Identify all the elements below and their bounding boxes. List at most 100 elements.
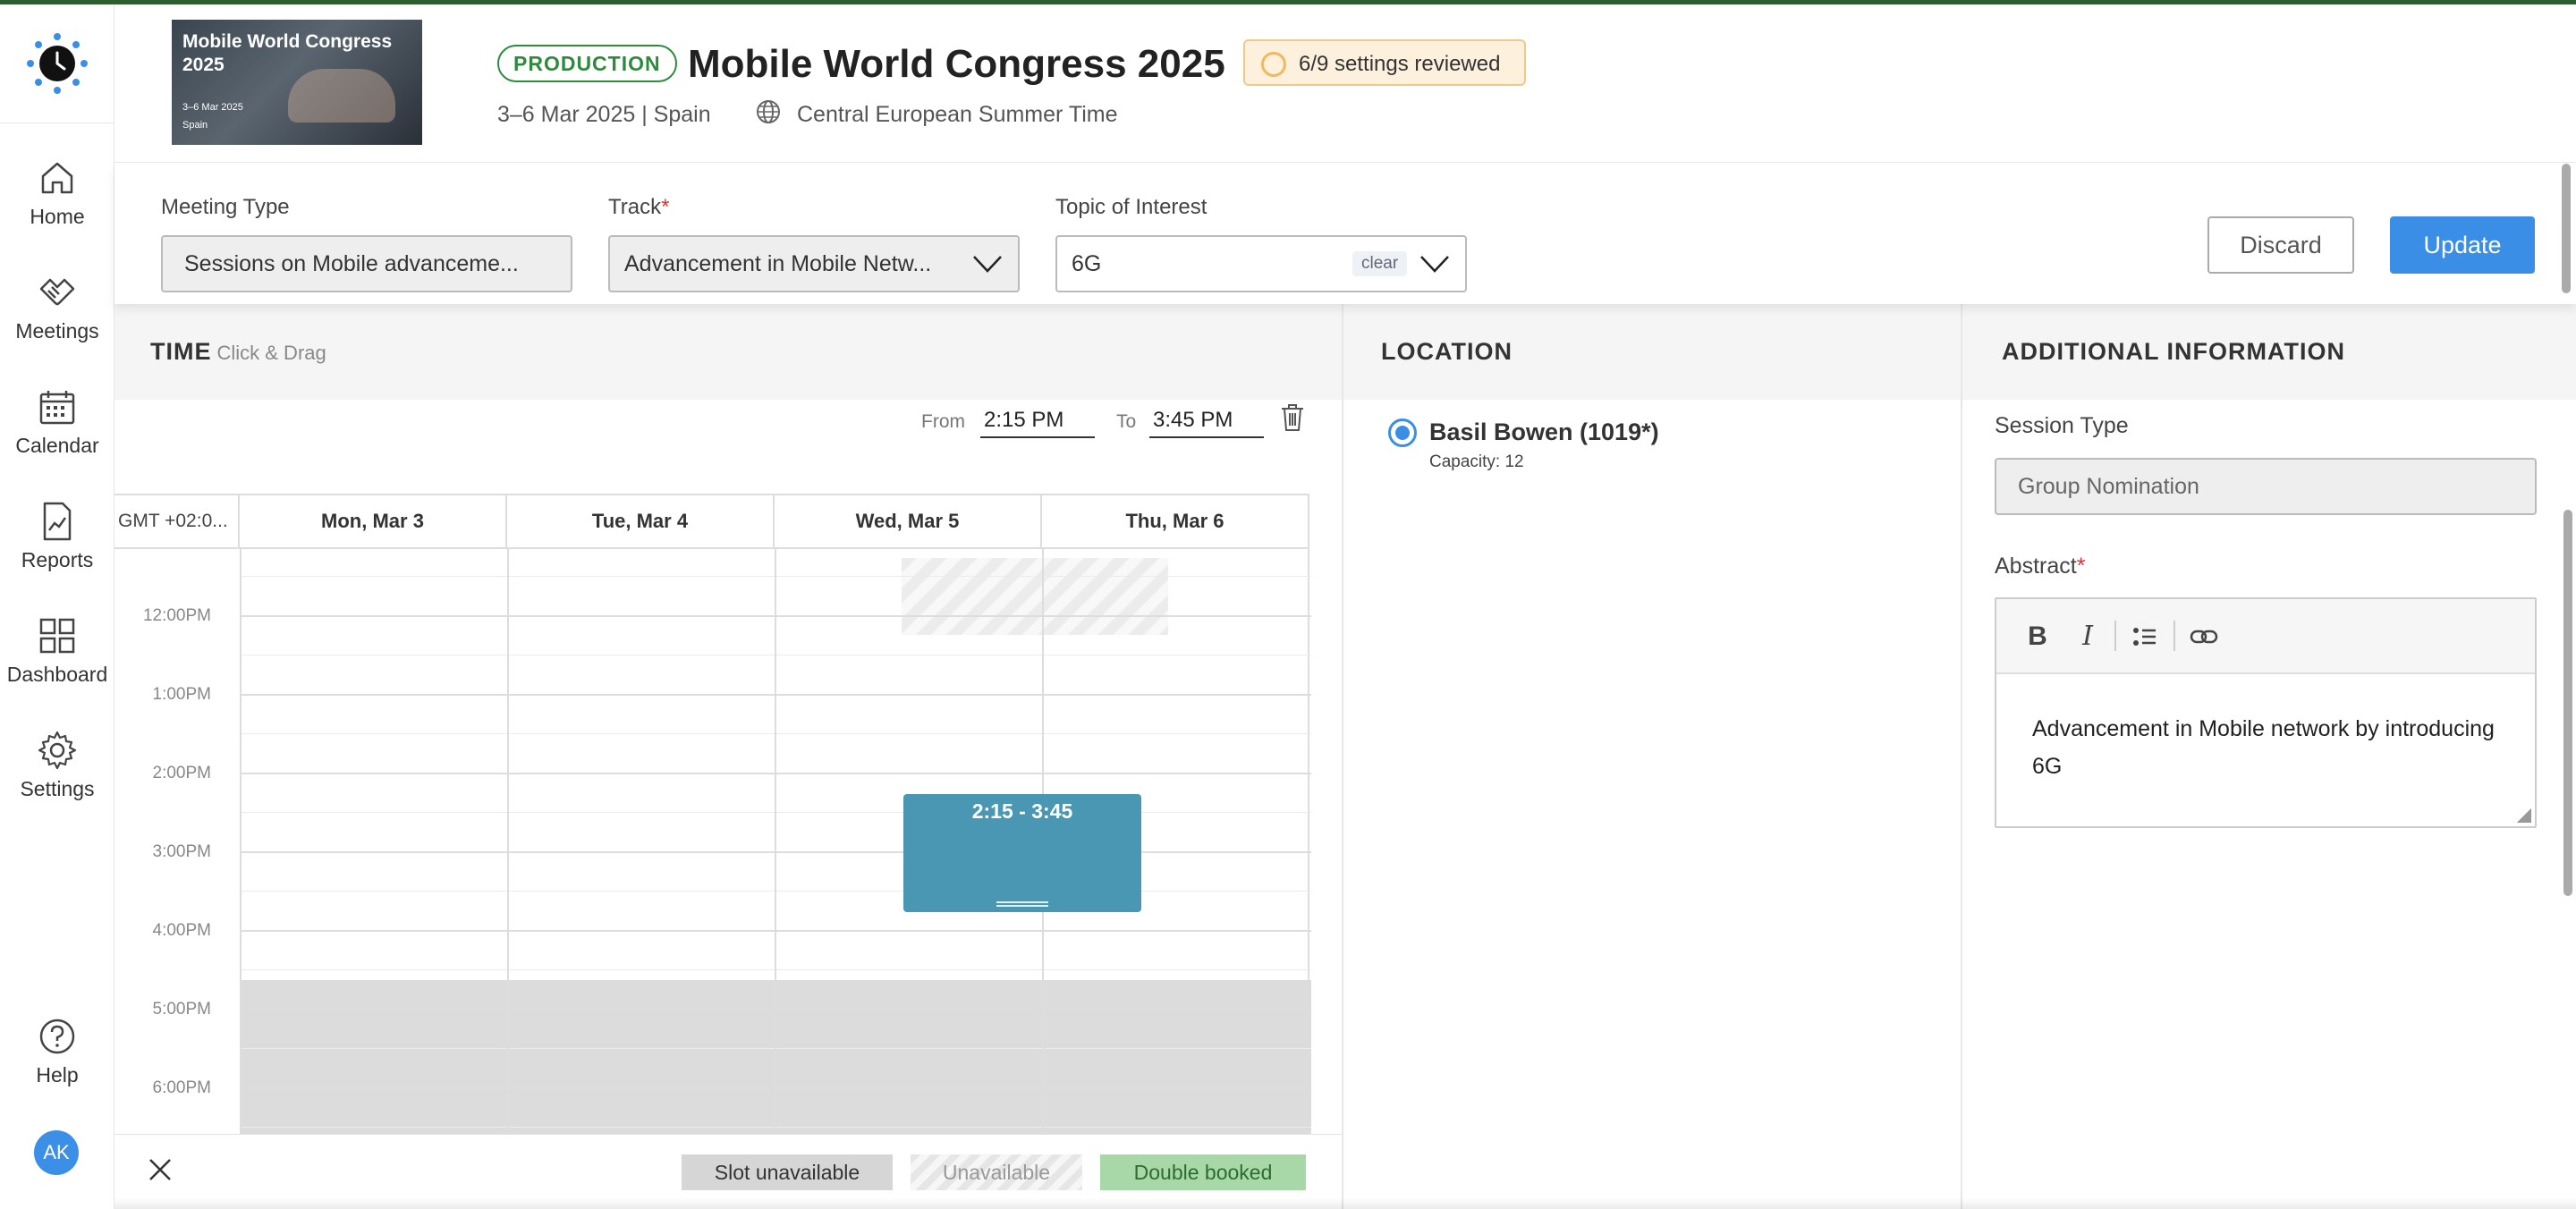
time-title-text: TIME: [150, 338, 212, 365]
progress-ring-icon: [1261, 52, 1286, 77]
meeting-type-field[interactable]: Sessions on Mobile advanceme...: [161, 235, 572, 292]
time-panel-header: TIME Click & Drag: [114, 304, 1342, 400]
slot-unavailable-region: [242, 980, 1311, 1134]
banner-title: Mobile World Congress 2025: [182, 31, 393, 75]
additional-info-title: ADDITIONAL INFORMATION: [2002, 338, 2345, 365]
hour-label: 5:00PM: [152, 1000, 211, 1019]
chevron-down-icon: [973, 256, 1002, 273]
app-logo-icon[interactable]: [25, 31, 89, 96]
italic-icon[interactable]: I: [2070, 619, 2106, 655]
hour-line: [242, 615, 1311, 617]
calendar-timezone-column: GMT +02:0...: [114, 495, 240, 547]
dashboard-icon: [39, 618, 75, 654]
to-label: To: [1116, 411, 1137, 432]
sidebar: Home Meetings Calendar Reports Dashboard…: [0, 4, 114, 1209]
banner-photo: [288, 69, 395, 123]
hour-line: [242, 773, 1311, 774]
abstract-label: Abstract*: [1995, 554, 2085, 579]
session-filter-bar: Meeting Type Sessions on Mobile advancem…: [114, 164, 2576, 304]
session-type-label: Session Type: [1995, 413, 2129, 438]
hour-label: 12:00PM: [142, 606, 211, 625]
day-header-thu: Thu, Mar 6: [1042, 495, 1309, 547]
location-radio[interactable]: [1388, 418, 1417, 447]
hour-label: 6:00PM: [152, 1078, 211, 1097]
toolbar-divider: [2174, 621, 2175, 651]
track-select-value: Advancement in Mobile Netw...: [624, 251, 932, 276]
location-panel-header: LOCATION: [1343, 304, 1961, 400]
abstract-label-text: Abstract: [1995, 554, 2077, 579]
sidebar-item-dashboard[interactable]: Dashboard: [0, 614, 114, 713]
day-header-mon: Mon, Mar 3: [240, 495, 507, 547]
legend-double-booked: Double booked: [1100, 1154, 1306, 1190]
calendar-slots[interactable]: 2:15 - 3:45: [240, 549, 1311, 1134]
bullet-list-icon[interactable]: [2127, 619, 2163, 655]
required-marker: *: [2076, 554, 2086, 579]
calendar-icon: [39, 391, 75, 425]
event-header: Mobile World Congress 2025 3–6 Mar 2025 …: [114, 4, 2576, 163]
time-panel-title: TIME Click & Drag: [150, 338, 326, 366]
abstract-editor[interactable]: B I Advancement in Mobile network by int…: [1995, 597, 2537, 828]
sidebar-item-label: Dashboard: [6, 663, 108, 686]
session-type-field[interactable]: Group Nomination: [1995, 458, 2537, 515]
hour-line: [242, 851, 1311, 853]
page-title: Mobile World Congress 2025: [688, 42, 1225, 86]
day-header-wed: Wed, Mar 5: [775, 495, 1042, 547]
editor-toolbar: B I: [1996, 599, 2535, 674]
trash-icon[interactable]: [1279, 402, 1306, 433]
discard-button[interactable]: Discard: [2207, 216, 2354, 274]
hour-label: 4:00PM: [152, 921, 211, 940]
sidebar-item-help[interactable]: Help: [0, 1015, 114, 1113]
panel-scrollbar[interactable]: [2563, 510, 2572, 896]
location-name[interactable]: Basil Bowen (1019*): [1429, 418, 1659, 446]
topic-clear-button[interactable]: clear: [1352, 251, 1408, 276]
hour-line: [242, 930, 1311, 932]
settings-review-status[interactable]: 6/9 settings reviewed: [1243, 39, 1526, 86]
globe-icon: [757, 100, 780, 123]
hour-label: 3:00PM: [152, 842, 211, 861]
sidebar-item-label: Home: [30, 205, 85, 228]
from-time-input[interactable]: 2:15 PM: [980, 402, 1095, 438]
sidebar-item-meetings[interactable]: Meetings: [0, 271, 114, 369]
resize-handle[interactable]: [996, 901, 1048, 907]
close-icon[interactable]: [147, 1156, 174, 1183]
legend-slot-unavailable: Slot unavailable: [682, 1154, 893, 1190]
sidebar-item-label: Settings: [20, 777, 95, 800]
to-time-input[interactable]: 3:45 PM: [1149, 402, 1264, 438]
hour-label: 2:00PM: [152, 764, 211, 782]
report-icon: [43, 502, 72, 541]
location-panel: LOCATION Basil Bowen (1019*) Capacity: 1…: [1342, 304, 1961, 1209]
sidebar-item-label: Help: [36, 1063, 79, 1086]
hour-line: [242, 1009, 1311, 1010]
additional-info-header: ADDITIONAL INFORMATION: [1962, 304, 2576, 400]
location-capacity: Capacity: 12: [1429, 452, 1524, 471]
sidebar-item-settings[interactable]: Settings: [0, 729, 114, 827]
time-panel-hint: Click & Drag: [216, 342, 326, 364]
sidebar-item-reports[interactable]: Reports: [0, 500, 114, 598]
hour-line: [242, 694, 1311, 696]
half-hour-line: [242, 891, 1311, 892]
required-marker: *: [661, 195, 670, 219]
sidebar-item-calendar[interactable]: Calendar: [0, 385, 114, 484]
topic-select[interactable]: 6G clear: [1055, 235, 1467, 292]
half-hour-line: [242, 969, 1311, 970]
resize-handle-icon[interactable]: [2517, 808, 2531, 823]
sidebar-item-label: Calendar: [15, 434, 99, 457]
scheduled-session-block[interactable]: 2:15 - 3:45: [903, 794, 1141, 912]
sidebar-item-home[interactable]: Home: [0, 156, 114, 255]
from-label: From: [921, 411, 965, 432]
gear-icon: [38, 731, 77, 770]
calendar-grid[interactable]: 12:00PM 1:00PM 2:00PM 3:00PM 4:00PM 5:00…: [114, 549, 1342, 1134]
bold-icon[interactable]: B: [2020, 619, 2055, 655]
time-panel: TIME Click & Drag From 2:15 PM To 3:45 PM…: [114, 304, 1342, 1209]
help-icon: [39, 1019, 75, 1054]
home-icon: [41, 162, 73, 194]
page-scrollbar[interactable]: [2562, 164, 2571, 293]
update-button[interactable]: Update: [2390, 216, 2535, 274]
avatar[interactable]: AK: [34, 1130, 79, 1175]
track-select[interactable]: Advancement in Mobile Netw...: [608, 235, 1020, 292]
half-hour-line: [242, 733, 1311, 734]
sidebar-item-label: Meetings: [15, 319, 99, 342]
abstract-text[interactable]: Advancement in Mobile network by introdu…: [2032, 710, 2497, 785]
hour-label: 1:00PM: [152, 685, 211, 704]
link-icon[interactable]: [2186, 619, 2222, 655]
